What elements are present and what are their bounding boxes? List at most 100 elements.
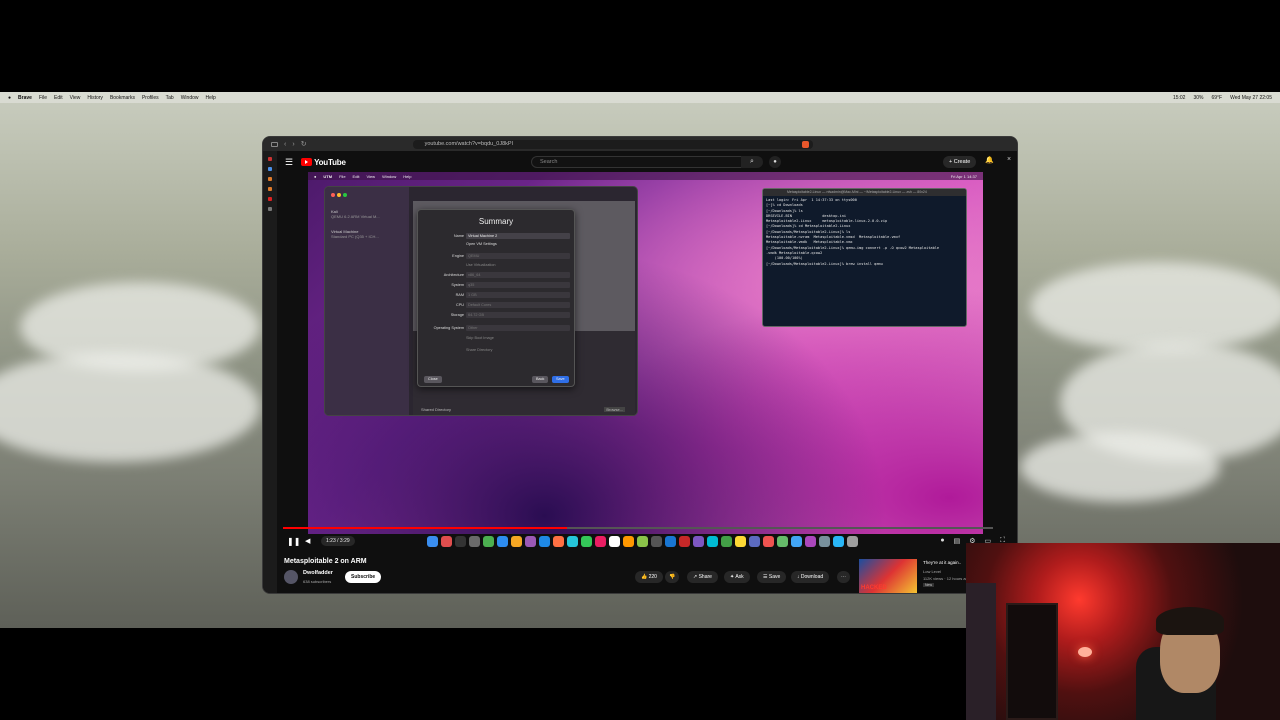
share-button[interactable]: ↗ Share — [687, 571, 718, 583]
player-controls: ❚❚ ◀ 1:23 / 3:29 ● ▤ ⚙ ▭ ⛶ — [277, 529, 1017, 555]
channel-avatar[interactable] — [284, 570, 298, 584]
ram-label: RAM — [455, 293, 464, 297]
browser-window: ‹ › ↻ youtube.com/watch?v=bqdu_0J8kPI ☰ … — [262, 136, 1018, 594]
search-input[interactable]: Search — [531, 156, 753, 168]
dialog-row-system: System q35 — [418, 281, 576, 289]
captions-icon[interactable]: ▤ — [954, 537, 961, 545]
dock-app-icon — [623, 535, 634, 547]
volume-icon[interactable]: ◀ — [305, 537, 310, 545]
create-button[interactable]: + Create — [943, 156, 977, 168]
shared-directory-label: Shared Directory — [421, 407, 452, 412]
dock-app-icon — [749, 535, 760, 547]
apple-icon[interactable]: ● — [8, 95, 11, 101]
dock-app-icon — [441, 535, 452, 547]
reload-icon[interactable]: ↻ — [301, 140, 307, 148]
terminal-window: Metasploitable2-Linux — nfsadmin@Mac-Min… — [762, 188, 967, 327]
download-button[interactable]: ↓ Download — [791, 571, 830, 583]
save-video-button[interactable]: ☰ Save — [757, 571, 787, 583]
like-button[interactable]: 👍 220 — [635, 571, 663, 583]
notifications-bell-icon[interactable]: 🔔 — [985, 156, 994, 164]
os-value: Other — [466, 325, 570, 331]
utm-sidebar: Kali QEMU 6.2 ARM Virtual M... Virtual M… — [325, 187, 409, 415]
video-player[interactable]: ● UTM File Edit View Window Help Fri Apr… — [308, 172, 983, 534]
youtube-logo-text: YouTube — [314, 157, 346, 167]
webcam-overlay — [966, 543, 1280, 720]
forward-icon[interactable]: › — [292, 141, 294, 148]
subscribe-button[interactable]: Subscribe — [345, 571, 382, 583]
channel-name[interactable]: Dwolfadder — [303, 570, 333, 576]
menubar-item-help[interactable]: Help — [206, 95, 216, 101]
ask-button[interactable]: ✦ Ask — [724, 571, 750, 583]
dialog-row-ram: RAM 1 GB — [418, 291, 576, 299]
video-mac-menubar: ● UTM File Edit View Window Help Fri Apr… — [308, 172, 983, 180]
os-label: Operating System — [433, 326, 464, 330]
dock-app-icon — [511, 535, 522, 547]
create-label: Create — [953, 159, 971, 165]
back-icon[interactable]: ‹ — [284, 141, 286, 148]
menubar-item-history[interactable]: History — [87, 95, 103, 101]
dislike-button[interactable]: 👎 — [665, 571, 680, 583]
menubar-item-window[interactable]: Window — [181, 95, 199, 101]
utm-window: Kali QEMU 6.2 ARM Virtual M... Virtual M… — [324, 186, 638, 416]
name-label: Name — [453, 234, 464, 238]
menubar-item-view[interactable]: View — [70, 95, 81, 101]
menubar-item-edit[interactable]: Edit — [54, 95, 63, 101]
sidebar-add-icon[interactable] — [268, 207, 272, 211]
recommended-title[interactable]: They're at it again.. — [923, 560, 961, 565]
sidebar-toggle-icon[interactable] — [271, 141, 278, 147]
dialog-row-storage: Storage 64.72 GB — [418, 311, 576, 319]
window-close-dot — [331, 193, 335, 197]
menubar-item-tab[interactable]: Tab — [166, 95, 174, 101]
more-actions-icon[interactable]: ⋯ — [837, 571, 850, 583]
open-vm-settings-checkbox: Open VM Settings — [466, 242, 497, 246]
dock-app-icon — [819, 535, 830, 547]
recommended-channel[interactable]: Low Level — [923, 569, 941, 574]
close-icon[interactable]: × — [1007, 156, 1011, 163]
video-menubar-item: Window — [382, 173, 397, 179]
video-menubar-apple-icon: ● — [314, 173, 317, 179]
youtube-logo[interactable]: YouTube — [301, 158, 346, 167]
mac-menubar: ● Brave File Edit View History Bookmarks… — [0, 92, 1280, 103]
autoplay-toggle-icon[interactable]: ● — [940, 537, 944, 545]
sidebar-app-icon[interactable] — [268, 197, 272, 201]
sidebar-app-icon[interactable] — [268, 187, 272, 191]
menubar-status-1[interactable]: 15:02 — [1173, 95, 1186, 101]
new-badge: New — [923, 583, 935, 587]
sidebar-app-icon[interactable] — [268, 177, 272, 181]
dock-app-icon — [427, 535, 438, 547]
hamburger-menu-icon[interactable]: ☰ — [285, 157, 293, 168]
thumbnail-text: HACKED — [861, 585, 887, 591]
dialog-row-architecture: Architecture x86_64 — [418, 271, 576, 279]
menubar-item-profiles[interactable]: Profiles — [142, 95, 159, 101]
dock-app-icon — [567, 535, 578, 547]
menubar-clock[interactable]: Wed May 27 22:05 — [1230, 95, 1272, 101]
dock-app-icon — [483, 535, 494, 547]
dock-app-icon — [651, 535, 662, 547]
pause-icon[interactable]: ❚❚ — [287, 537, 300, 546]
menubar-item-bookmarks[interactable]: Bookmarks — [110, 95, 135, 101]
search-icon[interactable]: ⌕ — [741, 156, 763, 168]
sidebar-app-icon[interactable] — [268, 157, 272, 161]
dialog-row-name: Name Virtual Machine 2 — [418, 232, 576, 240]
ask-label: Ask — [735, 574, 744, 580]
dock-app-icon — [581, 535, 592, 547]
sidebar-app-icon[interactable] — [268, 167, 272, 171]
dock-app-icon — [539, 535, 550, 547]
summary-dialog: Summary Name Virtual Machine 2 Open VM S… — [417, 209, 575, 387]
dock-app-icon — [777, 535, 788, 547]
youtube-play-icon — [301, 158, 313, 166]
architecture-label: Architecture — [443, 273, 464, 277]
brave-shield-icon[interactable] — [801, 140, 809, 148]
dialog-row-skip-boot: Skip Boot Image — [418, 334, 576, 342]
menubar-status-2[interactable]: 30% — [1193, 95, 1203, 101]
dialog-row-virtualization: Use Virtualization — [418, 261, 576, 269]
recommended-thumbnail[interactable]: HACKED — [859, 559, 917, 593]
address-bar[interactable]: youtube.com/watch?v=bqdu_0J8kPI — [412, 139, 813, 149]
menubar-item-file[interactable]: File — [39, 95, 47, 101]
engine-value: QEMU — [466, 253, 570, 259]
menubar-status-3[interactable]: 69°F — [1211, 95, 1222, 101]
menubar-app-name[interactable]: Brave — [18, 95, 32, 101]
dock-app-icon — [525, 535, 536, 547]
microphone-icon[interactable]: ● — [769, 156, 781, 168]
dock-app-icon — [679, 535, 690, 547]
